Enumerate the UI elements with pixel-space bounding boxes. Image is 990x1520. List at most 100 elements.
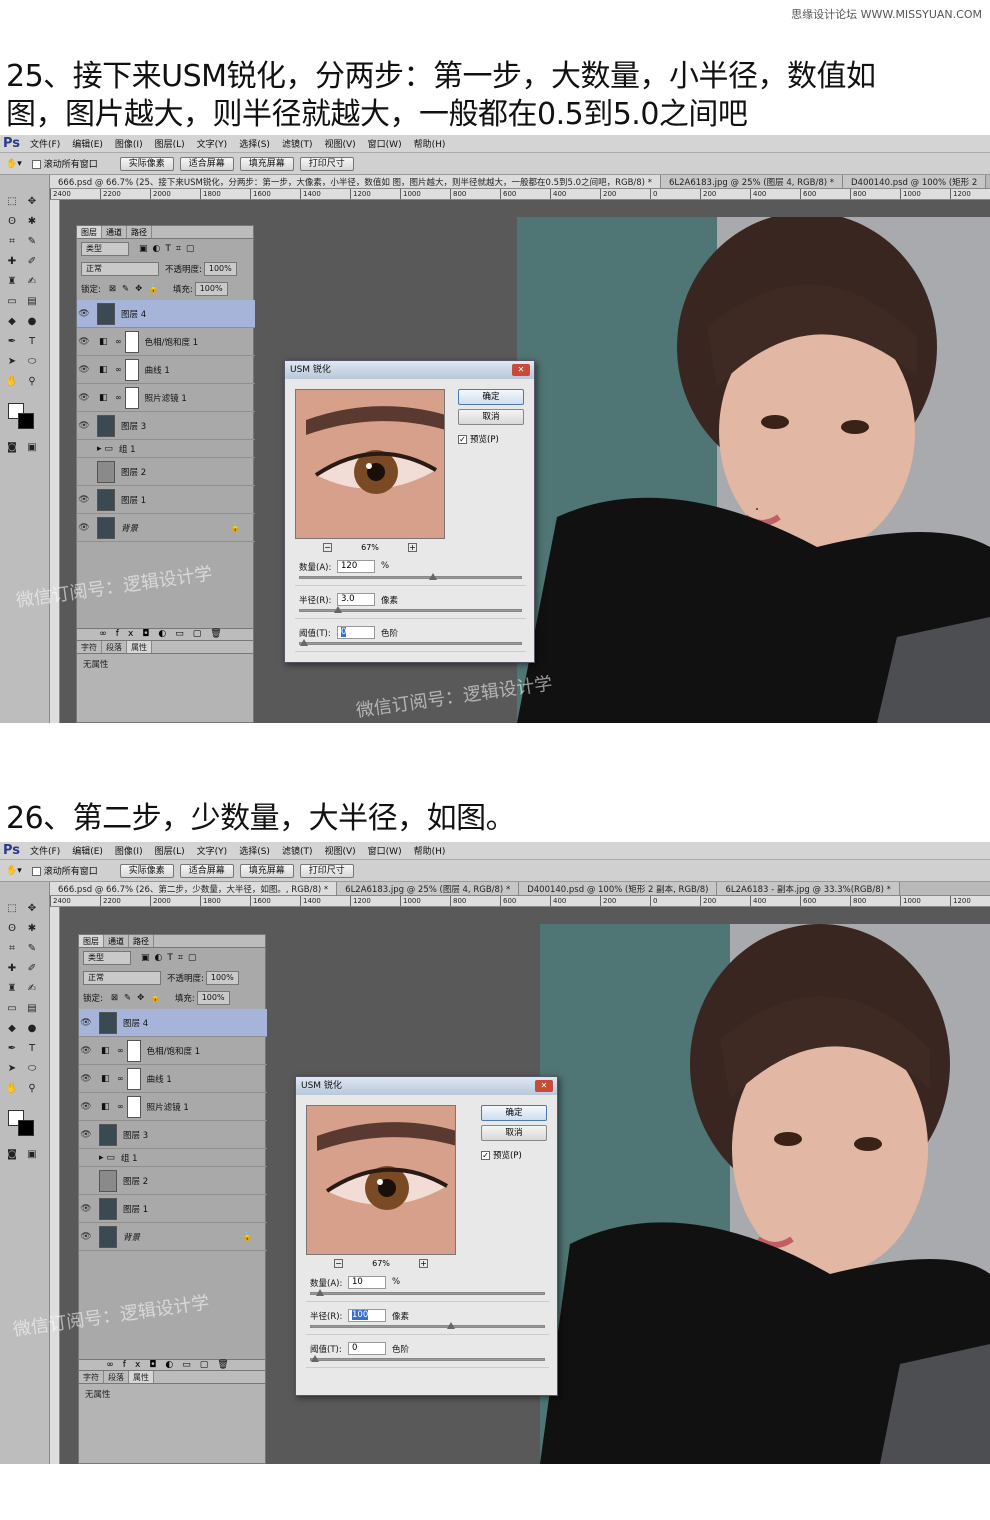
rect-marquee-icon[interactable]: ⬚ <box>5 902 19 916</box>
scroll-all-windows-checkbox[interactable]: 滚动所有窗口 <box>31 157 98 170</box>
quick-mask-icon[interactable]: ◙ <box>5 1148 19 1162</box>
crop-icon[interactable]: ⌗ <box>5 942 19 956</box>
eye-icon[interactable]: 👁 <box>77 421 91 431</box>
threshold-input[interactable]: 0 <box>348 1342 386 1355</box>
preview-checkbox[interactable]: ✓ 预览(P) <box>458 433 499 445</box>
background-color-swatch[interactable] <box>18 413 34 429</box>
menu-filter[interactable]: 滤镜(T) <box>276 137 319 150</box>
gradient-icon[interactable]: ▤ <box>25 295 39 309</box>
shape-icon[interactable]: ⬭ <box>25 1062 39 1076</box>
menu-edit[interactable]: 编辑(E) <box>66 137 109 150</box>
layer-row[interactable]: 👁 图层 4 <box>77 300 255 328</box>
close-icon[interactable]: ✕ <box>535 1080 553 1092</box>
panel-tab[interactable]: 路径 <box>129 935 154 947</box>
ok-button[interactable]: 确定 <box>481 1105 547 1121</box>
menu-type[interactable]: 文字(Y) <box>191 137 234 150</box>
menu-image[interactable]: 图像(I) <box>109 137 149 150</box>
fill-input[interactable]: 100% <box>194 282 228 296</box>
ok-button[interactable]: 确定 <box>458 389 524 405</box>
panel-tab[interactable]: 字符 <box>79 1371 104 1383</box>
layer-row[interactable]: 👁 ◧ ∞ 曲线 1 <box>77 356 255 384</box>
cancel-button[interactable]: 取消 <box>458 409 524 425</box>
scroll-all-windows-checkbox[interactable]: 滚动所有窗口 <box>31 864 98 877</box>
doc-tab[interactable]: 6L2A6183.jpg @ 25% (图层 4, RGB/8) * <box>337 882 520 895</box>
panel-tab[interactable]: 属性 <box>127 641 152 653</box>
menu-type[interactable]: 文字(Y) <box>191 844 234 857</box>
preview-window[interactable] <box>295 389 445 539</box>
lock-icons[interactable]: ⊠✎✥🔒 <box>109 284 165 294</box>
shape-icon[interactable]: ⬭ <box>25 355 39 369</box>
lasso-icon[interactable]: ʘ <box>5 922 19 936</box>
eye-icon[interactable]: 👁 <box>77 365 91 375</box>
eye-icon[interactable]: 👁 <box>79 1232 93 1242</box>
dodge-icon[interactable]: ● <box>25 1022 39 1036</box>
panel-tab[interactable]: 字符 <box>77 641 102 653</box>
dodge-icon[interactable]: ● <box>25 315 39 329</box>
hand-icon[interactable]: ✋ <box>5 1082 19 1096</box>
doc-tab[interactable]: 666.psd @ 66.7% (25、接下来USM锐化，分两步：第一步，大像素… <box>50 175 661 188</box>
menu-layer[interactable]: 图层(L) <box>149 137 191 150</box>
slider-thumb[interactable] <box>315 1289 324 1296</box>
radius-slider[interactable] <box>310 1322 545 1329</box>
eye-icon[interactable]: 👁 <box>79 1074 93 1084</box>
gradient-icon[interactable]: ▤ <box>25 1002 39 1016</box>
filter-type-select[interactable]: 类型 <box>83 951 131 965</box>
layer-row[interactable]: 👁 ◧ ∞ 曲线 1 <box>79 1065 267 1093</box>
eye-icon[interactable]: 👁 <box>79 1046 93 1056</box>
menu-edit[interactable]: 编辑(E) <box>66 844 109 857</box>
layer-row[interactable]: 图层 2 <box>77 458 255 486</box>
actual-pixels-button[interactable]: 实际像素 <box>119 156 174 171</box>
slider-thumb[interactable] <box>447 1322 456 1329</box>
brush-icon[interactable]: ✐ <box>25 962 39 976</box>
fit-screen-button[interactable]: 适合屏幕 <box>179 863 234 878</box>
layer-row[interactable]: 👁 ◧ ∞ 色相/饱和度 1 <box>77 328 255 356</box>
screen-mode-icon[interactable]: ▣ <box>25 441 39 455</box>
menu-window[interactable]: 窗口(W) <box>362 137 408 150</box>
cancel-button[interactable]: 取消 <box>481 1125 547 1141</box>
menu-window[interactable]: 窗口(W) <box>362 844 408 857</box>
pen-icon[interactable]: ✒ <box>5 335 19 349</box>
amount-input[interactable]: 10 <box>348 1276 386 1289</box>
hand-tool-icon[interactable]: ✋▾ <box>6 866 22 876</box>
threshold-slider[interactable] <box>310 1355 545 1362</box>
panel-tab[interactable]: 图层 <box>79 935 104 947</box>
layer-row[interactable]: 👁 ◧ ∞ 照片滤镜 1 <box>77 384 255 412</box>
clone-stamp-icon[interactable]: ♜ <box>5 982 19 996</box>
eye-icon[interactable]: 👁 <box>79 1204 93 1214</box>
eye-icon[interactable]: 👁 <box>77 495 91 505</box>
menu-help[interactable]: 帮助(H) <box>408 137 452 150</box>
history-brush-icon[interactable]: ✍ <box>25 982 39 996</box>
crop-icon[interactable]: ⌗ <box>5 235 19 249</box>
path-select-icon[interactable]: ➤ <box>5 1062 19 1076</box>
layer-row[interactable]: 👁 ◧ ∞ 照片滤镜 1 <box>79 1093 267 1121</box>
magic-wand-icon[interactable]: ✱ <box>25 215 39 229</box>
print-size-button[interactable]: 打印尺寸 <box>299 156 354 171</box>
doc-tab[interactable]: D400140.psd @ 100% (矩形 2 副本, RGB/8) <box>519 882 718 895</box>
healing-brush-icon[interactable]: ✚ <box>5 255 19 269</box>
lasso-icon[interactable]: ʘ <box>5 215 19 229</box>
amount-slider[interactable] <box>310 1289 545 1296</box>
menu-view[interactable]: 视图(V) <box>318 844 361 857</box>
layer-row[interactable]: 👁 图层 1 <box>79 1195 267 1223</box>
zoom-out-icon[interactable]: − <box>323 543 332 552</box>
type-icon[interactable]: T <box>25 1042 39 1056</box>
layer-row[interactable]: 👁 背景 🔒 <box>77 514 255 542</box>
eye-icon[interactable]: 👁 <box>77 523 91 533</box>
panel-tab[interactable]: 路径 <box>127 226 152 238</box>
zoom-in-icon[interactable]: + <box>408 543 417 552</box>
radius-slider[interactable] <box>299 606 522 613</box>
opacity-input[interactable]: 100% <box>205 971 239 985</box>
menu-file[interactable]: 文件(F) <box>24 137 66 150</box>
eye-icon[interactable]: 👁 <box>79 1130 93 1140</box>
panel-tab[interactable]: 通道 <box>104 935 129 947</box>
slider-thumb[interactable] <box>300 639 308 646</box>
eye-icon[interactable]: 👁 <box>77 309 91 319</box>
hand-icon[interactable]: ✋ <box>5 375 19 389</box>
actual-pixels-button[interactable]: 实际像素 <box>119 863 174 878</box>
filter-type-select[interactable]: 类型 <box>81 242 129 256</box>
healing-brush-icon[interactable]: ✚ <box>5 962 19 976</box>
history-brush-icon[interactable]: ✍ <box>25 275 39 289</box>
hand-tool-icon[interactable]: ✋▾ <box>6 159 22 169</box>
slider-thumb[interactable] <box>429 573 437 580</box>
zoom-out-icon[interactable]: − <box>334 1259 343 1268</box>
